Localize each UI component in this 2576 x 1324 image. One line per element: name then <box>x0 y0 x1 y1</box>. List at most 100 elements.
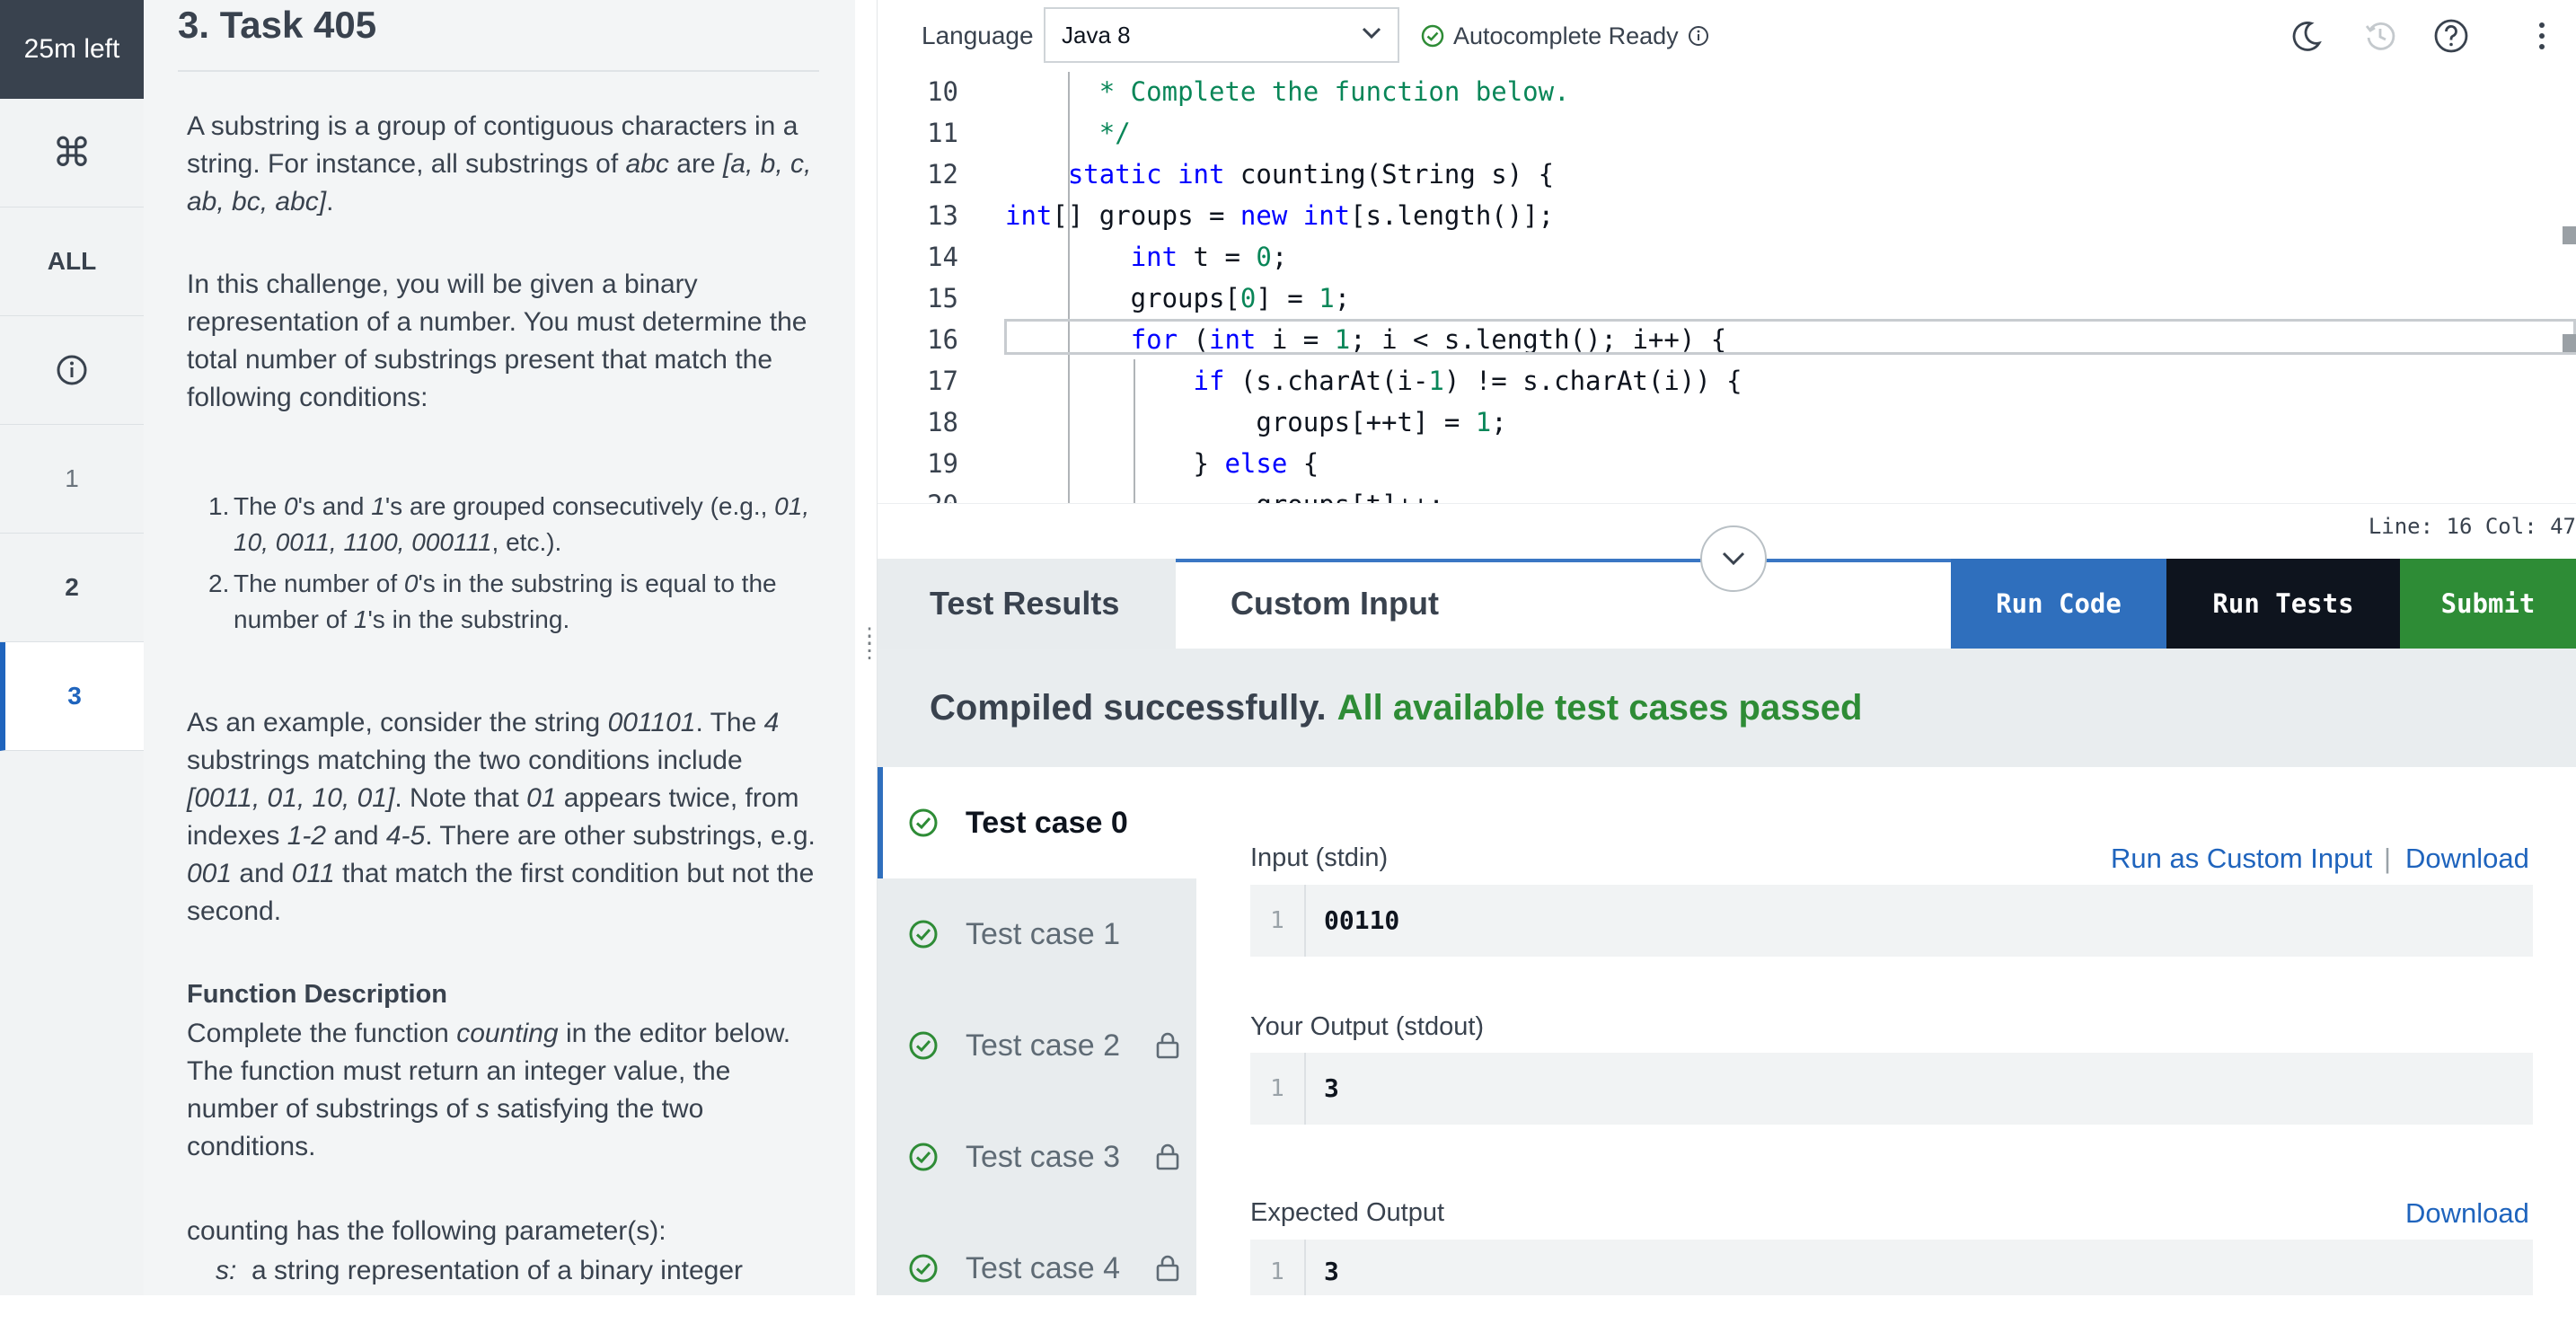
nav-info[interactable] <box>0 316 144 425</box>
expected-output-box: 1 3 <box>1250 1240 2533 1295</box>
info-icon[interactable] <box>1688 25 1709 47</box>
conditions-list: 1. The 0's and 1's are grouped consecutiv… <box>187 489 816 638</box>
problem-paragraph-3: As an example, consider the string 00110… <box>187 708 816 926</box>
test-case-2[interactable]: Test case 2 <box>878 990 1196 1101</box>
lock-icon <box>1156 1255 1179 1282</box>
autocomplete-status: Autocomplete Ready <box>1421 18 1709 54</box>
code-line-18: 18 groups[++t] = 1; <box>927 407 1507 437</box>
tab-custom-input[interactable]: Custom Input <box>1204 559 1439 649</box>
check-circle-icon <box>909 1254 938 1283</box>
problem-title: 3. Task 405 <box>178 4 377 46</box>
condition-item-2: 2. The number of 0's in the substring is … <box>208 569 777 633</box>
test-case-4[interactable]: Test case 4 <box>878 1213 1196 1324</box>
more-options-button[interactable] <box>2520 14 2563 57</box>
code-editor[interactable]: 10 * Complete the function below. 11 */ … <box>878 72 2576 503</box>
test-case-label: Test case 1 <box>966 916 1120 951</box>
collapse-panel-button[interactable] <box>1700 525 1767 592</box>
test-case-1[interactable]: Test case 1 <box>878 878 1196 990</box>
code-line-12: 12 static int counting(String s) { <box>927 159 1555 190</box>
indent-guide <box>1134 359 1135 503</box>
command-shortcuts-icon[interactable]: ⌘ <box>0 99 144 207</box>
condition-item-1: 1. The 0's and 1's are grouped consecutiv… <box>208 492 810 556</box>
current-line-highlight <box>1004 319 2576 355</box>
output-box: 1 3 <box>1250 1053 2533 1125</box>
check-circle-icon <box>909 920 938 949</box>
check-circle-icon <box>909 1143 938 1171</box>
test-case-label: Test case 2 <box>966 1028 1120 1063</box>
test-case-0[interactable]: Test case 0 <box>878 767 1196 878</box>
time-remaining: 25m left <box>0 0 144 99</box>
test-case-list: Test case 0 Test case 1 Test case 2 Test… <box>878 767 1196 1295</box>
nav-all-questions[interactable]: ALL <box>0 207 144 316</box>
check-circle-icon <box>909 808 938 837</box>
input-value: 00110 <box>1324 905 1400 935</box>
code-line-10: 10 * Complete the function below. <box>927 76 1570 107</box>
problem-paragraph-2: In this challenge, you will be given a b… <box>187 269 807 412</box>
dark-mode-toggle[interactable] <box>2285 14 2328 57</box>
code-line-14: 14 int t = 0; <box>927 242 1288 272</box>
title-divider <box>178 70 819 72</box>
link-separator: | <box>2384 843 2392 874</box>
scrollbar-marker <box>2563 226 2576 244</box>
autocomplete-label: Autocomplete Ready <box>1453 22 1679 49</box>
test-case-label: Test case 0 <box>966 805 1128 840</box>
nav-question-2[interactable]: 2 <box>0 534 144 642</box>
lock-icon <box>1156 1032 1179 1059</box>
code-line-20: 20 groups[t]++; <box>878 484 2576 503</box>
download-expected-link[interactable]: Download <box>2405 1197 2529 1230</box>
nav-question-3-label: 3 <box>67 682 82 710</box>
line-number: 1 <box>1250 885 1306 957</box>
check-circle-icon <box>909 1031 938 1060</box>
left-navigation: 25m left ⌘ ALL 1 2 3 <box>0 0 145 1295</box>
drag-handle-icon[interactable]: ⋮⋮⋮⋮⋮⋮ <box>859 626 904 702</box>
submit-button[interactable]: Submit <box>2400 559 2576 649</box>
history-button[interactable] <box>2359 14 2402 57</box>
function-description-heading: Function Description <box>187 980 447 1009</box>
language-select-value: Java 8 <box>1062 22 1131 49</box>
code-line-11: 11 */ <box>927 118 1131 148</box>
download-input-link[interactable]: Download <box>2405 843 2529 875</box>
language-select[interactable]: Java 8 <box>1044 7 1399 63</box>
nav-question-3[interactable]: 3 <box>0 642 144 751</box>
run-tests-button[interactable]: Run Tests <box>2166 559 2400 649</box>
nav-all-label: ALL <box>47 247 97 275</box>
code-line-15: 15 groups[0] = 1; <box>927 283 1351 313</box>
check-circle-icon <box>1421 24 1444 48</box>
tab-test-results[interactable]: Test Results <box>878 559 1176 649</box>
output-label: Your Output (stdout) <box>1250 1012 1485 1041</box>
nav-question-1[interactable]: 1 <box>0 425 144 534</box>
input-label: Input (stdin) <box>1250 843 1389 872</box>
code-line-13: 13 int[] groups = new int[s.length()]; <box>927 200 1555 231</box>
expected-output-label: Expected Output <box>1250 1198 1445 1227</box>
line-number: 1 <box>1250 1240 1306 1295</box>
compile-status: Compiled successfully. All available tes… <box>878 649 2576 767</box>
chevron-down-icon <box>1722 552 1745 566</box>
run-code-button[interactable]: Run Code <box>1951 559 2166 649</box>
moon-icon <box>2292 22 2322 51</box>
output-value: 3 <box>1324 1073 1339 1103</box>
problem-statement-panel: 3. Task 405 A substring is a group of co… <box>144 0 855 1295</box>
cursor-position: Line: 16 Col: 47 <box>2368 514 2576 539</box>
expected-value: 3 <box>1324 1257 1339 1286</box>
tests-passed-message: All available test cases passed <box>1337 687 1863 728</box>
input-box: 1 00110 <box>1250 885 2533 957</box>
scrollbar-marker <box>2563 334 2576 352</box>
command-icon: ⌘ <box>52 130 92 175</box>
parameters-heading: counting has the following parameter(s): <box>187 1216 666 1246</box>
test-case-label: Test case 4 <box>966 1250 1120 1285</box>
code-line-17: 17 if (s.charAt(i-1) != s.charAt(i)) { <box>927 366 1742 396</box>
help-icon <box>2434 19 2468 53</box>
history-icon <box>2365 22 2395 50</box>
chevron-down-icon <box>1362 27 1381 40</box>
nav-question-2-label: 2 <box>65 573 79 601</box>
code-line-19: 19 } else { <box>927 448 1319 479</box>
language-label: Language <box>922 22 1034 49</box>
info-icon <box>57 355 87 385</box>
nav-question-1-label: 1 <box>65 464 79 492</box>
lock-icon <box>1156 1143 1179 1170</box>
run-as-custom-input-link[interactable]: Run as Custom Input <box>2111 843 2372 875</box>
parameter-s: s: a string representation of a binary i… <box>216 1256 744 1285</box>
help-button[interactable] <box>2430 14 2473 57</box>
compile-message: Compiled successfully. <box>930 687 1327 728</box>
test-case-3[interactable]: Test case 3 <box>878 1101 1196 1213</box>
